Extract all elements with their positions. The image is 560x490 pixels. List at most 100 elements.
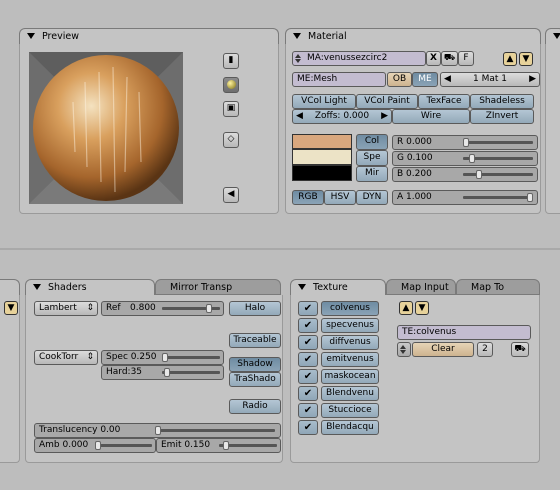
decrement-arrow-icon[interactable]: ◀ <box>296 110 303 123</box>
increment-arrow-icon[interactable]: ▶ <box>381 110 388 123</box>
mir-swatch[interactable] <box>292 165 352 181</box>
emit-slider[interactable]: Emit 0.150 <box>156 438 281 453</box>
amb-knob[interactable] <box>95 441 101 450</box>
texture-channel-slot[interactable]: Blendvenu <box>321 386 379 401</box>
vcol-paint-button[interactable]: VCol Paint <box>356 94 418 109</box>
r-slider[interactable]: R 0.000 <box>392 135 538 150</box>
paste-down-icon[interactable]: ▼ <box>4 301 18 315</box>
col-button[interactable]: Col <box>356 134 388 150</box>
g-slider[interactable]: G 0.100 <box>392 151 538 166</box>
texture-channel-slot[interactable]: emitvenus <box>321 352 379 367</box>
texture-users-field[interactable]: 2 <box>477 342 493 357</box>
b-knob[interactable] <box>475 170 482 179</box>
channel-enable-checkbox[interactable]: ✔ <box>298 403 318 418</box>
texture-channel-slot[interactable]: Blendacqu <box>321 420 379 435</box>
preview-cube-button[interactable]: ▣ <box>223 101 239 117</box>
r-knob[interactable] <box>463 138 469 147</box>
wire-button[interactable]: Wire <box>392 109 470 124</box>
emit-knob[interactable] <box>223 441 229 450</box>
map-input-tab[interactable]: Map Input <box>386 279 456 295</box>
trashado-button[interactable]: TraShado <box>229 372 281 387</box>
translucency-slider[interactable]: Translucency 0.00 <box>34 423 281 438</box>
clear-button[interactable]: Clear <box>412 342 474 357</box>
texture-channel-slot[interactable]: specvenus <box>321 318 379 333</box>
area-separator[interactable] <box>0 248 560 250</box>
collapse-triangle-icon[interactable] <box>27 33 35 39</box>
channel-enable-checkbox[interactable]: ✔ <box>298 301 318 316</box>
mesh-name-field[interactable]: ME:Mesh <box>292 72 386 87</box>
shadeless-button[interactable]: Shadeless <box>470 94 534 109</box>
amb-slider[interactable]: Amb 0.000 <box>34 438 156 453</box>
col-swatch[interactable] <box>292 134 352 149</box>
spe-swatch[interactable] <box>292 149 352 165</box>
spec-slider[interactable]: Spec 0.250 <box>101 350 224 365</box>
auto-name-button[interactable]: ⛟ <box>441 51 458 66</box>
g-knob[interactable] <box>469 154 476 163</box>
link-ob-button[interactable]: OB <box>387 72 412 87</box>
prev-panel-header[interactable] <box>0 279 20 295</box>
paste-down-icon[interactable]: ▼ <box>415 301 429 315</box>
mir-button[interactable]: Mir <box>356 166 388 182</box>
paste-down-icon[interactable]: ▼ <box>519 52 533 66</box>
channel-enable-checkbox[interactable]: ✔ <box>298 318 318 333</box>
radio-button[interactable]: Radio <box>229 399 281 414</box>
ref-knob[interactable] <box>206 304 212 313</box>
mirror-transp-tab[interactable]: Mirror Transp <box>155 279 281 295</box>
texture-channel-slot[interactable]: maskocean <box>321 369 379 384</box>
vcol-light-button[interactable]: VCol Light <box>292 94 356 109</box>
material-name-field[interactable]: MA:venussezcirc2 <box>292 51 426 66</box>
decrement-arrow-icon[interactable]: ◀ <box>444 73 451 86</box>
hsv-button[interactable]: HSV <box>324 190 356 205</box>
shaders-panel-header[interactable]: Shaders <box>25 279 155 295</box>
spec-knob[interactable] <box>162 353 168 362</box>
link-me-button[interactable]: ME <box>412 72 438 87</box>
copy-up-icon[interactable]: ▲ <box>503 52 517 66</box>
channel-enable-checkbox[interactable]: ✔ <box>298 420 318 435</box>
translucency-knob[interactable] <box>155 426 161 435</box>
preview-monkey-button[interactable]: ◇ <box>223 132 239 148</box>
material-index-field[interactable]: ◀ 1 Mat 1 ▶ <box>440 72 540 87</box>
b-slider[interactable]: B 0.200 <box>392 167 538 182</box>
texture-panel-header[interactable]: Texture <box>290 279 386 295</box>
channel-enable-checkbox[interactable]: ✔ <box>298 369 318 384</box>
traceable-button[interactable]: Traceable <box>229 333 281 348</box>
hard-knob[interactable] <box>164 368 170 377</box>
texture-channel-slot[interactable]: colvenus <box>321 301 379 316</box>
collapse-triangle-icon[interactable] <box>293 33 301 39</box>
preview-lamp-button[interactable]: ◀ <box>223 187 239 203</box>
preview-plane-button[interactable]: ▮ <box>223 53 239 69</box>
increment-arrow-icon[interactable]: ▶ <box>529 73 536 86</box>
zoffs-field[interactable]: ◀ Zoffs: 0.000 ▶ <box>292 109 392 124</box>
channel-enable-checkbox[interactable]: ✔ <box>298 335 318 350</box>
shadow-button[interactable]: Shadow <box>229 357 281 372</box>
rgb-button[interactable]: RGB <box>292 190 324 205</box>
zinvert-button[interactable]: ZInvert <box>470 109 534 124</box>
material-panel-header[interactable]: Material <box>285 28 541 44</box>
fake-user-button[interactable]: F <box>458 51 474 66</box>
preview-sphere-button[interactable] <box>223 77 239 93</box>
alpha-slider[interactable]: A 1.000 <box>392 190 538 205</box>
preview-panel-header[interactable]: Preview <box>19 28 279 44</box>
unlink-material-button[interactable]: X <box>426 51 441 66</box>
hard-slider[interactable]: Hard:35 <box>101 365 224 380</box>
halo-button[interactable]: Halo <box>229 301 281 316</box>
channel-enable-checkbox[interactable]: ✔ <box>298 352 318 367</box>
next-panel-header[interactable] <box>545 28 560 44</box>
ref-slider[interactable]: Ref 0.800 <box>101 301 224 316</box>
browse-arrows-icon[interactable] <box>295 54 303 63</box>
auto-name-button[interactable]: ⛟ <box>511 342 529 357</box>
texture-name-field[interactable]: TE:colvenus <box>397 325 531 340</box>
alpha-knob[interactable] <box>527 193 533 202</box>
collapse-triangle-icon[interactable] <box>298 284 306 290</box>
texture-channel-slot[interactable]: Stuccioce <box>321 403 379 418</box>
collapse-triangle-icon[interactable] <box>553 33 560 39</box>
collapse-triangle-icon[interactable] <box>33 284 41 290</box>
map-to-tab[interactable]: Map To <box>456 279 540 295</box>
channel-enable-checkbox[interactable]: ✔ <box>298 386 318 401</box>
texture-browse-button[interactable] <box>397 342 411 357</box>
copy-up-icon[interactable]: ▲ <box>399 301 413 315</box>
texface-button[interactable]: TexFace <box>418 94 470 109</box>
spe-button[interactable]: Spe <box>356 150 388 166</box>
dyn-button[interactable]: DYN <box>356 190 388 205</box>
specular-shader-select[interactable]: CookTorr ⇕ <box>34 350 98 365</box>
